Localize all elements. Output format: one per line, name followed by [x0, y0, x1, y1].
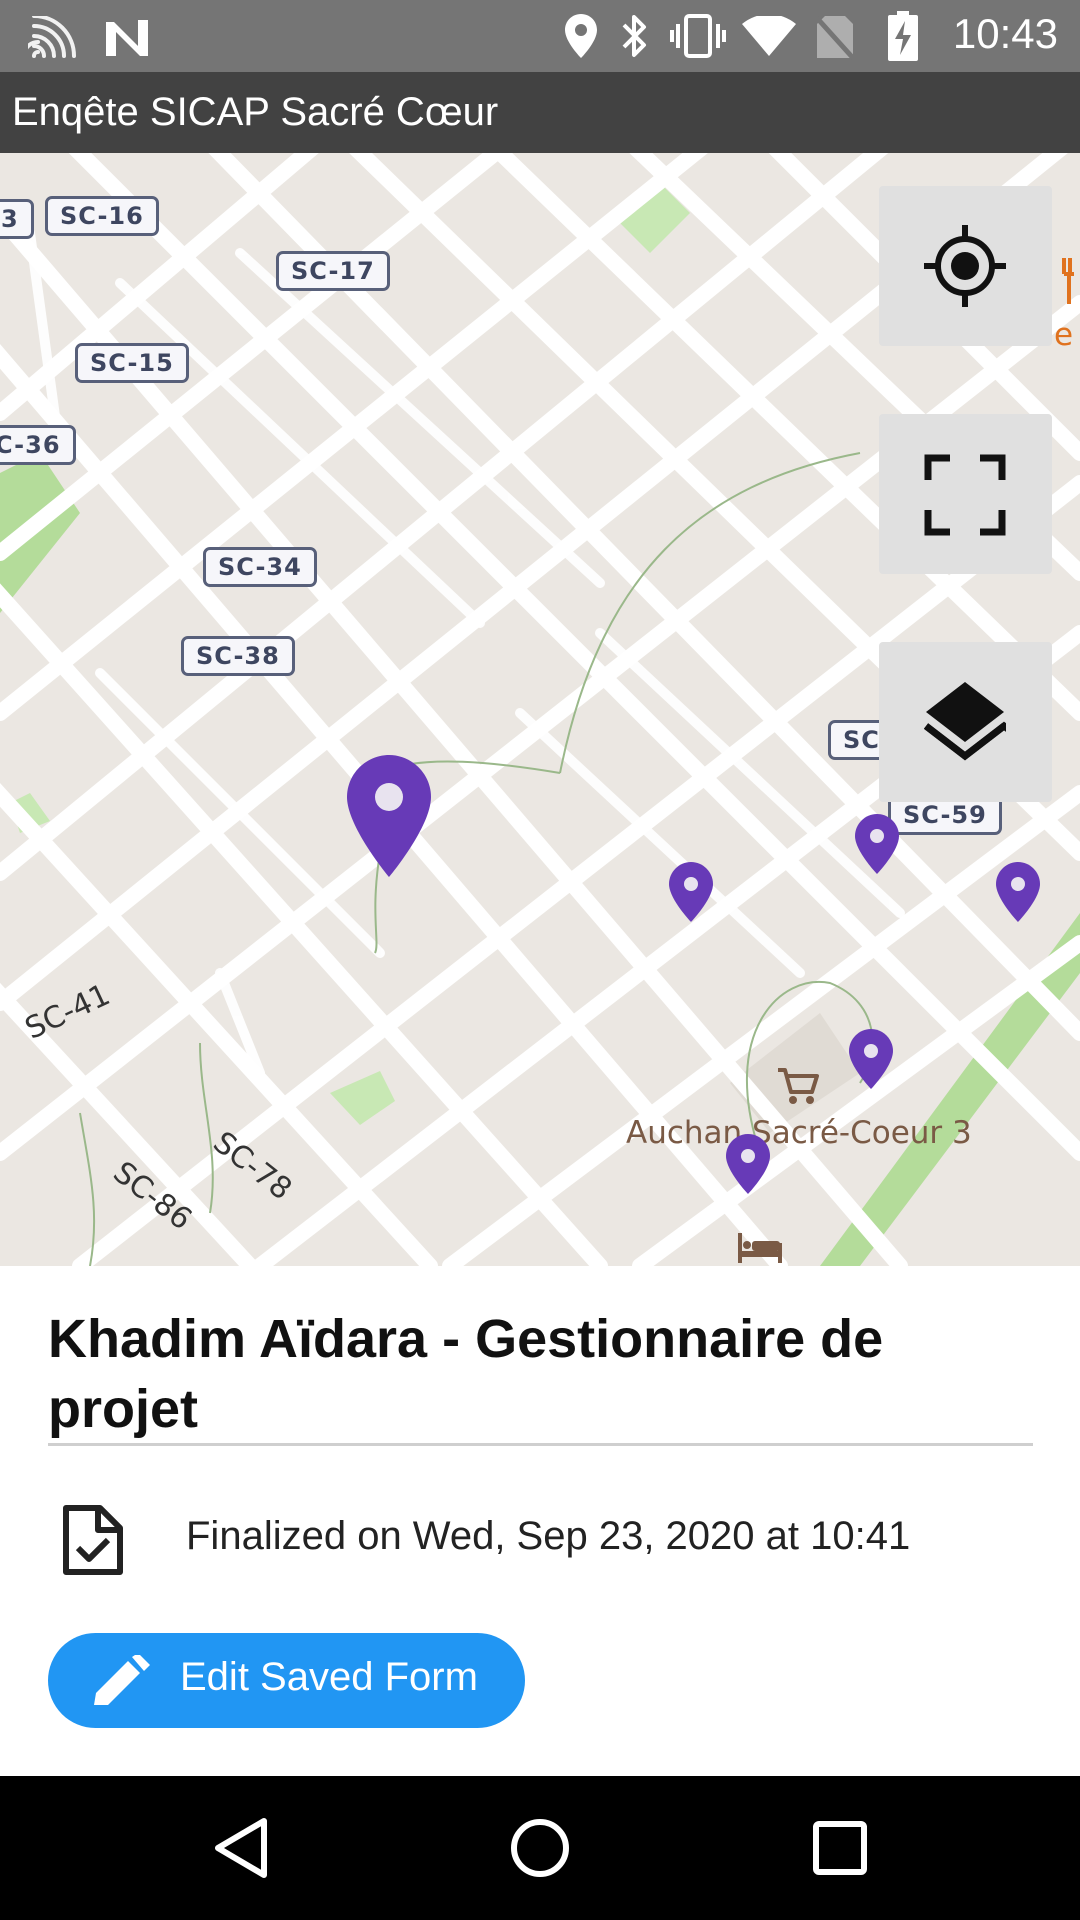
form-status: Finalized on Wed, Sep 23, 2020 at 10:41 — [186, 1514, 911, 1558]
layers-button[interactable] — [879, 642, 1052, 802]
poi-label: e — [1054, 317, 1074, 353]
wifi-icon — [742, 16, 796, 56]
map-view[interactable]: 3 SC-16 SC-17 SC-15 C-36 SC-34 SC-38 SC … — [0, 153, 1080, 1266]
map-marker[interactable] — [726, 1134, 770, 1194]
fullscreen-button[interactable] — [879, 414, 1052, 574]
road-label: 3 — [0, 199, 34, 239]
form-title: Khadim Aïdara - Gestionnaire de projet — [48, 1309, 884, 1439]
app-bar: Enqête SICAP Sacré Cœur — [0, 72, 1080, 153]
bluetooth-icon — [622, 15, 646, 57]
form-details-sheet: Khadim Aïdara - Gestionnaire de projet F… — [0, 1266, 1080, 1776]
fullscreen-icon — [924, 454, 1006, 536]
layers-icon — [924, 682, 1006, 761]
map-marker[interactable] — [855, 814, 899, 874]
road-label: C-36 — [0, 425, 76, 465]
map-marker-selected[interactable] — [347, 755, 431, 877]
pencil-icon — [94, 1655, 150, 1705]
n-icon — [106, 20, 148, 56]
edit-saved-form-button[interactable]: Edit Saved Form — [48, 1633, 525, 1728]
road-label: SC-16 — [45, 196, 159, 236]
edit-saved-form-label: Edit Saved Form — [180, 1655, 478, 1699]
navigation-bar — [0, 1776, 1080, 1920]
location-icon — [565, 14, 597, 58]
my-location-button[interactable] — [879, 186, 1052, 346]
vibrate-icon — [670, 14, 726, 58]
hotel-icon — [738, 1233, 782, 1263]
map-marker[interactable] — [996, 862, 1040, 922]
restaurant-icon — [1062, 258, 1074, 304]
map-marker[interactable] — [669, 862, 713, 922]
road-label: SC-34 — [203, 547, 317, 587]
status-time: 10:43 — [952, 10, 1058, 57]
app-title: Enqête SICAP Sacré Cœur — [12, 90, 499, 134]
recents-icon[interactable] — [813, 1821, 867, 1875]
finalized-file-icon — [63, 1505, 123, 1575]
divider — [48, 1443, 1033, 1446]
home-icon[interactable] — [510, 1818, 570, 1878]
road-label: SC-38 — [181, 636, 295, 676]
no-sim-icon — [815, 16, 855, 60]
battery-charging-icon — [888, 11, 918, 61]
map-marker[interactable] — [849, 1029, 893, 1089]
road-label: SC-17 — [276, 251, 390, 291]
my-location-icon — [924, 225, 1006, 307]
status-bar: 10:43 — [0, 0, 1080, 72]
road-label: SC-15 — [75, 343, 189, 383]
back-icon[interactable] — [214, 1817, 270, 1879]
cast-icon — [28, 16, 76, 58]
poi-label: Auchan Sacré-Coeur 3 — [626, 1115, 972, 1151]
shopping-cart-icon — [778, 1068, 819, 1104]
